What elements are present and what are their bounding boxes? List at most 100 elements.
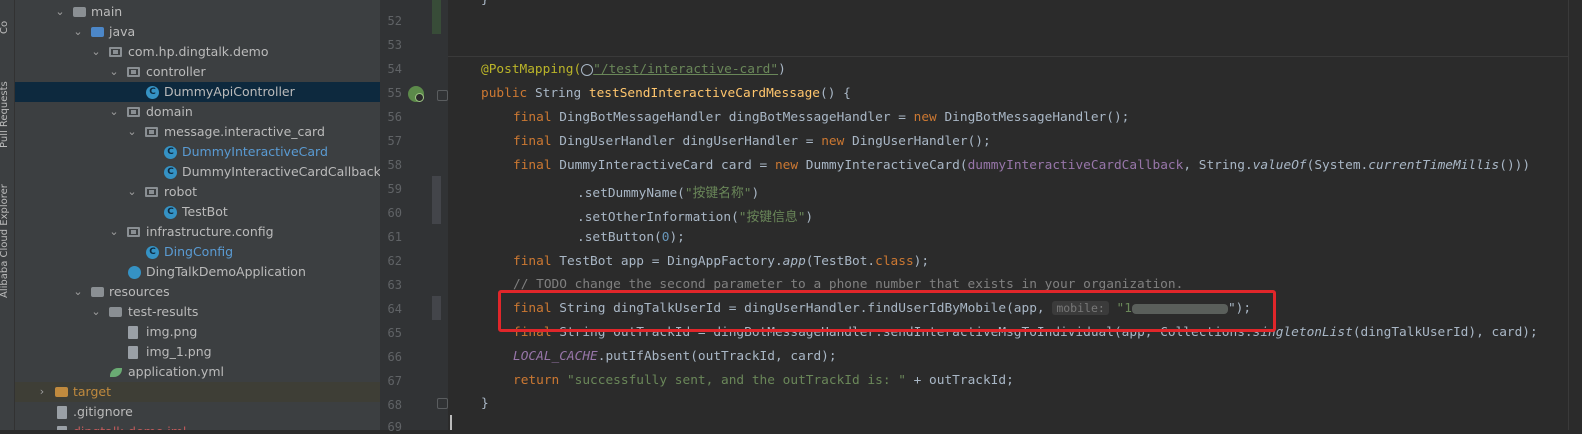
line-number: 57 — [387, 134, 402, 148]
fold-icon[interactable] — [437, 90, 448, 101]
tree-item-label: main — [91, 4, 123, 19]
tree-item-dummy-interactive-card-callback[interactable]: C DummyInteractiveCardCallback — [15, 162, 380, 182]
package-icon — [127, 67, 140, 77]
line-number: 65 — [387, 326, 402, 340]
line-number: 52 — [387, 14, 402, 28]
tree-item-label: controller — [146, 64, 206, 79]
text-caret — [450, 415, 452, 430]
tree-item-testbot[interactable]: C TestBot — [15, 202, 380, 222]
tree-item-dummy-api-controller[interactable]: C DummyApiController — [15, 82, 380, 102]
chevron-right-icon[interactable]: › — [37, 382, 47, 402]
code-line: .setDummyName("按键名称") — [577, 186, 760, 201]
tree-item-package[interactable]: ⌄ com.hp.dingtalk.demo — [15, 42, 380, 62]
highlight-annotation-box — [498, 290, 1276, 332]
class-icon: C — [164, 206, 177, 219]
chevron-down-icon[interactable]: ⌄ — [91, 42, 101, 62]
tree-item-dummy-interactive-card[interactable]: C DummyInteractiveCard — [15, 142, 380, 162]
tree-item-label: robot — [164, 184, 197, 199]
yaml-file-icon — [110, 368, 122, 377]
file-icon — [57, 406, 67, 419]
tree-item-img1-png[interactable]: img_1.png — [15, 342, 380, 362]
chevron-down-icon[interactable]: ⌄ — [109, 102, 119, 122]
chevron-down-icon[interactable]: ⌄ — [73, 282, 83, 302]
vcs-added-marker — [432, 0, 441, 34]
line-number: 67 — [387, 374, 402, 388]
folder-icon — [73, 7, 86, 17]
tree-item-controller[interactable]: ⌄ controller — [15, 62, 380, 82]
tree-item-label: java — [109, 24, 136, 39]
tree-item-label: DingTalkDemoApplication — [146, 264, 306, 279]
tree-item-iml[interactable]: dingtalk-demo.iml — [15, 422, 380, 430]
code-line: final DingUserHandler dingUserHandler = … — [513, 134, 991, 149]
tree-item-infrastructure-config[interactable]: ⌄ infrastructure.config — [15, 222, 380, 242]
tree-item-test-results[interactable]: ⌄ test-results — [15, 302, 380, 322]
chevron-down-icon[interactable]: ⌄ — [127, 182, 137, 202]
chevron-down-icon[interactable]: ⌄ — [109, 62, 119, 82]
tree-item-resources[interactable]: ⌄ resources — [15, 282, 380, 302]
code-line: } — [481, 0, 489, 7]
tree-item-dingtalk-demo-application[interactable]: DingTalkDemoApplication — [15, 262, 380, 282]
tree-item-img-png[interactable]: img.png — [15, 322, 380, 342]
spring-app-icon — [128, 266, 141, 279]
right-margin-guide — [1568, 0, 1569, 430]
image-file-icon — [128, 346, 138, 359]
tree-item-label: com.hp.dingtalk.demo — [128, 44, 269, 59]
vcs-modified-marker — [432, 176, 441, 224]
chevron-down-icon[interactable]: ⌄ — [73, 22, 83, 42]
tool-tab-alibaba-cloud-explorer[interactable]: Alibaba Cloud Explorer — [0, 166, 13, 298]
line-number: 54 — [387, 62, 402, 76]
image-file-icon — [128, 326, 138, 339]
class-icon: C — [164, 166, 177, 179]
tree-item-label: domain — [146, 104, 193, 119]
tree-item-label: target — [73, 384, 112, 399]
tree-item-label: .gitignore — [73, 404, 133, 419]
tree-item-domain[interactable]: ⌄ domain — [15, 102, 380, 122]
tree-item-gitignore[interactable]: .gitignore — [15, 402, 380, 422]
code-line: .setButton(0); — [577, 230, 685, 245]
line-number: 59 — [387, 182, 402, 196]
tree-item-message-interactive-card[interactable]: ⌄ message.interactive_card — [15, 122, 380, 142]
tree-item-robot[interactable]: ⌄ robot — [15, 182, 380, 202]
excluded-folder-icon — [55, 387, 68, 397]
tree-item-label: img_1.png — [146, 344, 212, 359]
tree-item-java[interactable]: ⌄ java — [15, 22, 380, 42]
package-icon — [127, 227, 140, 237]
tree-item-target[interactable]: › target — [15, 382, 380, 402]
tree-item-label: img.png — [146, 324, 198, 339]
package-icon — [127, 107, 140, 117]
tree-item-ding-config[interactable]: C DingConfig — [15, 242, 380, 262]
line-number: 58 — [387, 158, 402, 172]
line-number: 61 — [387, 230, 402, 244]
tree-item-label: message.interactive_card — [164, 124, 325, 139]
chevron-down-icon[interactable]: ⌄ — [109, 222, 119, 242]
line-number: 64 — [387, 302, 402, 316]
line-number: 62 — [387, 254, 402, 268]
code-line: .setOtherInformation("按键信息") — [577, 210, 814, 225]
tool-window-strip: Co Pull Requests Alibaba Cloud Explorer — [0, 0, 15, 430]
code-line: final DummyInteractiveCard card = new Du… — [513, 158, 1531, 173]
tool-tab-commit[interactable]: Co — [0, 0, 13, 34]
code-line: public String testSendInteractiveCardMes… — [481, 86, 851, 101]
chevron-down-icon[interactable]: ⌄ — [127, 122, 137, 142]
tree-item-label: DummyInteractiveCard — [182, 144, 328, 159]
run-endpoint-icon[interactable] — [408, 86, 424, 102]
class-icon: C — [164, 146, 177, 159]
fold-icon[interactable] — [437, 398, 448, 409]
class-icon: C — [146, 86, 159, 99]
tool-tab-pull-requests[interactable]: Pull Requests — [0, 58, 13, 148]
source-folder-icon — [91, 27, 104, 37]
tree-item-label: application.yml — [128, 364, 224, 379]
method-separator — [448, 56, 1568, 57]
tree-item-label: dingtalk-demo.iml — [73, 422, 186, 430]
file-icon — [57, 426, 67, 430]
chevron-down-icon[interactable]: ⌄ — [55, 2, 65, 22]
code-line: @PostMapping("/test/interactive-card") — [481, 62, 786, 77]
tree-item-label: DummyApiController — [164, 84, 295, 99]
line-number: 63 — [387, 278, 402, 292]
globe-icon[interactable] — [581, 63, 594, 76]
tree-item-main[interactable]: ⌄ main — [15, 2, 380, 22]
folder-icon — [109, 307, 122, 317]
endpoint-url-link[interactable]: "/test/interactive-card" — [593, 62, 778, 77]
chevron-down-icon[interactable]: ⌄ — [91, 302, 101, 322]
tree-item-application-yml[interactable]: application.yml — [15, 362, 380, 382]
